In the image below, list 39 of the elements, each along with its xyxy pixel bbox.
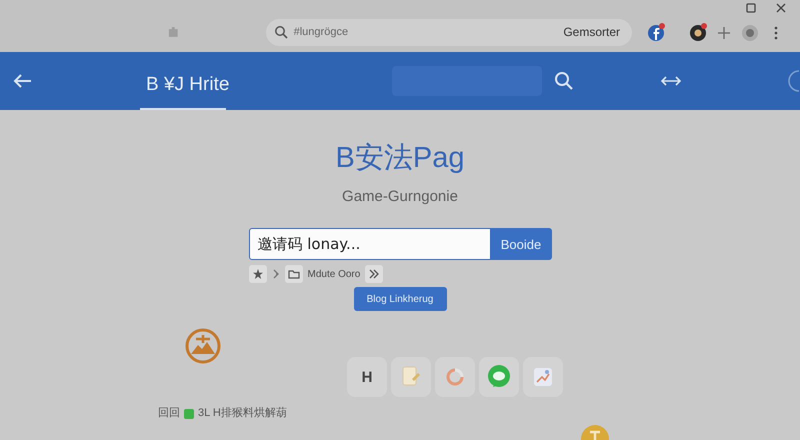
- back-arrow-icon[interactable]: [12, 73, 32, 89]
- app-tile[interactable]: [479, 357, 519, 397]
- app-tile[interactable]: [435, 357, 475, 397]
- folder-icon: [288, 269, 300, 279]
- app-tile[interactable]: [391, 357, 431, 397]
- tab[interactable]: B ¥J Hrite: [140, 52, 226, 110]
- coin-icon: [580, 424, 610, 440]
- facebook-icon[interactable]: [646, 22, 666, 42]
- status-icon: [184, 408, 194, 418]
- folder-button[interactable]: [284, 265, 302, 283]
- submit-button[interactable]: Booide: [490, 228, 552, 260]
- chevrons-icon: [369, 269, 380, 279]
- chat-bubble-icon: [486, 364, 512, 390]
- address-bar[interactable]: #lungrögce Gemsorter: [266, 18, 632, 46]
- footer-label: 回回: [158, 407, 180, 420]
- search-icon: [274, 25, 288, 39]
- ring-icon: [444, 366, 466, 388]
- forward-button[interactable]: [365, 265, 384, 283]
- close-icon[interactable]: [776, 3, 786, 13]
- invite-code-field[interactable]: 邀请码 lonay...: [248, 228, 490, 260]
- restore-icon[interactable]: [746, 3, 756, 13]
- avatar-icon[interactable]: [688, 22, 708, 42]
- glyph-icon: [272, 269, 280, 279]
- star-icon: [252, 269, 262, 279]
- tool-label: Mdute Ooro: [308, 268, 360, 280]
- star-button[interactable]: [248, 265, 266, 283]
- map-icon: [532, 366, 554, 388]
- address-text: #lungrögce: [294, 26, 350, 38]
- profile-icon[interactable]: [740, 22, 760, 42]
- mountain-badge-icon: [184, 327, 222, 365]
- app-tile[interactable]: H: [347, 357, 387, 397]
- swap-arrows-icon[interactable]: [660, 74, 682, 88]
- search-icon[interactable]: [554, 71, 574, 91]
- footer-text: 3L H排猴料烘解葫: [198, 407, 287, 420]
- profile-label: Gemsorter: [563, 25, 620, 39]
- subtitle: Game-Gurngonie: [342, 188, 458, 205]
- page-title: B安法Pag: [336, 141, 464, 176]
- app-tile[interactable]: [523, 357, 563, 397]
- blog-button[interactable]: Blog Linkherug: [354, 287, 446, 311]
